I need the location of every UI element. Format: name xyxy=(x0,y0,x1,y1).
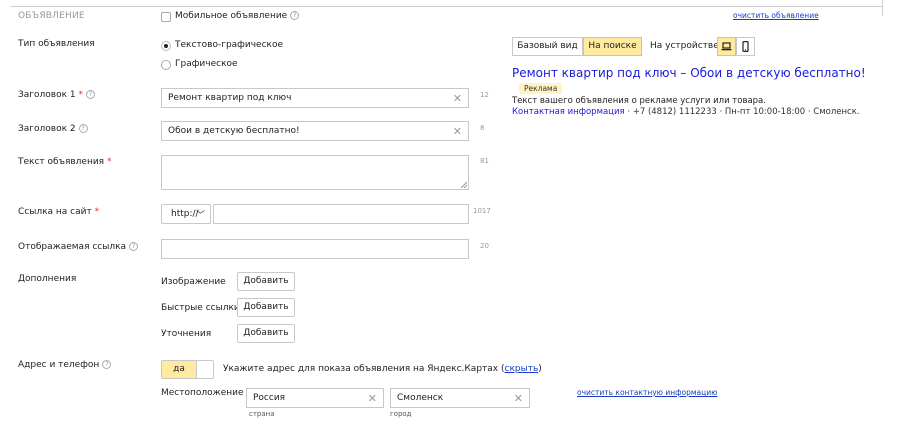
help-icon[interactable]: ? xyxy=(102,360,112,369)
title2-input[interactable]: Обои в детскую бесплатно! ✕ xyxy=(161,121,469,141)
required-mark: * xyxy=(106,157,112,167)
preview-ad-text: Текст вашего объявления о рекламе услуги… xyxy=(512,96,766,106)
ad-text-counter: 81 xyxy=(480,157,489,165)
help-icon[interactable]: ? xyxy=(86,90,95,99)
clear-ad-link[interactable]: очистить объявление xyxy=(733,11,819,20)
title2-value: Обои в детскую бесплатно! xyxy=(168,126,300,136)
help-icon[interactable]: ? xyxy=(290,11,300,20)
city-caption: город xyxy=(390,410,412,418)
ad-type-label: Тип объявления xyxy=(18,39,95,49)
device-laptop-button[interactable] xyxy=(717,37,736,56)
tab-on-search[interactable]: На поиске xyxy=(583,37,642,56)
add-callouts-button[interactable]: Добавить xyxy=(237,324,295,343)
toggle-on-label: да xyxy=(162,361,196,378)
right-divider xyxy=(882,0,883,16)
help-icon[interactable]: ? xyxy=(129,242,139,251)
site-link-counter: 1017 xyxy=(473,207,491,215)
mobile-ad-label: Мобильное объявление? xyxy=(175,11,300,21)
site-link-input[interactable] xyxy=(213,204,469,224)
city-input[interactable]: Смоленск ✕ xyxy=(390,388,530,408)
title1-counter: 12 xyxy=(480,91,489,99)
title2-label: Заголовок 2? xyxy=(18,124,88,134)
location-label: Местоположение xyxy=(161,388,244,398)
preview-city: · Смоленск. xyxy=(807,107,860,117)
country-caption: страна xyxy=(249,410,275,418)
radio-graphic-label[interactable]: Графическое xyxy=(175,59,238,69)
clear-icon[interactable]: ✕ xyxy=(514,392,523,405)
ad-text-label: Текст объявления * xyxy=(18,157,112,167)
title1-input[interactable]: Ремонт квартир под ключ ✕ xyxy=(161,88,469,108)
preview-contacts: Контактная информация · +7 (4812) 111223… xyxy=(512,107,860,117)
radio-graphic[interactable] xyxy=(161,60,171,70)
address-hint: Укажите адрес для показа объявления на Я… xyxy=(223,364,542,374)
ad-badge: Реклама xyxy=(519,83,563,94)
city-value: Смоленск xyxy=(397,393,444,403)
clear-icon[interactable]: ✕ xyxy=(453,125,462,138)
protocol-select[interactable]: http://﹀ xyxy=(161,204,211,224)
device-mobile-button[interactable] xyxy=(736,37,755,56)
ad-text-textarea[interactable] xyxy=(161,155,469,190)
clear-icon[interactable]: ✕ xyxy=(368,392,377,405)
protocol-value: http:// xyxy=(171,209,199,219)
preview-phone: · +7 (4812) 1112233 xyxy=(627,107,717,117)
clear-contact-link[interactable]: очистить контактную информацию xyxy=(577,388,717,397)
chevron-down-icon: ﹀ xyxy=(195,211,205,221)
add-image-button[interactable]: Добавить xyxy=(237,272,295,291)
address-label: Адрес и телефон? xyxy=(18,360,112,370)
tab-basic-view[interactable]: Базовый вид xyxy=(512,37,583,56)
required-mark: * xyxy=(78,90,84,100)
radio-text-graphic[interactable] xyxy=(161,41,171,51)
title1-value: Ремонт квартир под ключ xyxy=(168,93,292,103)
extras-quicklinks-label: Быстрые ссылки xyxy=(161,303,240,313)
address-toggle[interactable]: да xyxy=(161,360,214,379)
required-mark: * xyxy=(94,207,100,217)
help-icon[interactable]: ? xyxy=(78,124,88,133)
title1-label: Заголовок 1 *? xyxy=(18,90,95,100)
site-link-label: Ссылка на сайт * xyxy=(18,207,100,217)
hide-address-link[interactable]: скрыть xyxy=(505,364,539,374)
display-link-input[interactable] xyxy=(161,239,469,259)
preview-ad-title[interactable]: Ремонт квартир под ключ – Обои в детскую… xyxy=(512,66,866,80)
mobile-ad-checkbox[interactable] xyxy=(161,12,171,22)
contact-info-link[interactable]: Контактная информация xyxy=(512,107,625,117)
extras-image-label: Изображение xyxy=(161,277,226,287)
laptop-icon xyxy=(721,42,732,51)
extras-callouts-label: Уточнения xyxy=(161,329,212,339)
add-quicklinks-button[interactable]: Добавить xyxy=(237,298,295,317)
title2-counter: 8 xyxy=(480,124,485,132)
mobile-icon xyxy=(742,41,749,52)
top-divider xyxy=(10,6,882,7)
extras-label: Дополнения xyxy=(18,274,77,284)
country-value: Россия xyxy=(253,393,286,403)
toggle-knob[interactable] xyxy=(196,361,213,378)
preview-hours: · Пн-пт 10:00-18:00 xyxy=(719,107,806,117)
clear-icon[interactable]: ✕ xyxy=(453,92,462,105)
radio-text-graphic-label[interactable]: Текстово-графическое xyxy=(175,40,283,50)
display-link-counter: 20 xyxy=(480,242,489,250)
section-title: ОБЪЯВЛЕНИЕ xyxy=(18,11,85,21)
country-input[interactable]: Россия ✕ xyxy=(246,388,384,408)
device-label: На устройстве xyxy=(650,41,719,51)
display-link-label: Отображаемая ссылка? xyxy=(18,242,139,252)
